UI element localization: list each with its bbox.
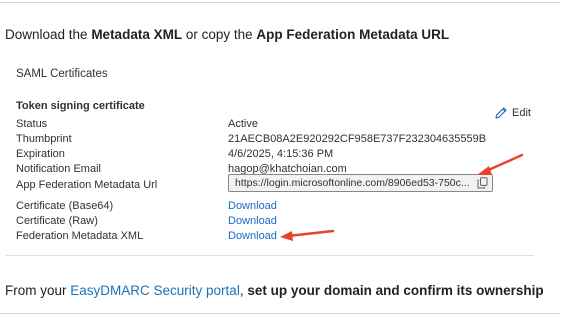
section-title: SAML Certificates — [16, 68, 108, 80]
app-federation-url-value: https://login.microsoftonline.com/8906ed… — [235, 177, 470, 189]
instruction-step-2: From your EasyDMARC Security portal, set… — [5, 283, 544, 298]
row-app-federation-metadata-url: App Federation Metadata Url https://logi… — [16, 174, 536, 193]
expiration-value: 4/6/2025, 4:15:36 PM — [228, 148, 334, 160]
top-divider — [0, 2, 560, 3]
row-status: Status Active — [16, 116, 536, 132]
certificate-raw-label: Certificate (Raw) — [16, 215, 98, 227]
panel-divider — [6, 255, 534, 256]
bottom-divider — [0, 313, 560, 314]
instruction-step-1: Download the Metadata XML or copy the Ap… — [5, 27, 450, 42]
expiration-label: Expiration — [16, 148, 65, 160]
certificate-base64-label: Certificate (Base64) — [16, 200, 114, 212]
app-federation-url-field[interactable]: https://login.microsoftonline.com/8906ed… — [228, 174, 493, 192]
row-federation-metadata-xml: Federation Metadata XML Download — [16, 228, 536, 244]
notification-email-label: Notification Email — [16, 163, 101, 175]
row-expiration: Expiration 4/6/2025, 4:15:36 PM — [16, 146, 536, 162]
certificate-base64-download-link[interactable]: Download — [228, 198, 277, 214]
thumbprint-label: Thumbprint — [16, 133, 72, 145]
thumbprint-value: 21AECB08A2E920292CF958E737F232304635559B — [228, 133, 487, 145]
app-federation-url-label: App Federation Metadata Url — [16, 179, 158, 191]
row-certificate-base64: Certificate (Base64) Download — [16, 198, 536, 214]
app-federation-url-emphasis: App Federation Metadata URL — [256, 27, 450, 42]
federation-metadata-xml-label: Federation Metadata XML — [16, 230, 144, 242]
copy-icon[interactable] — [473, 175, 491, 191]
token-signing-heading: Token signing certificate — [16, 100, 145, 112]
certificate-raw-download-link[interactable]: Download — [228, 213, 277, 229]
status-value: Active — [228, 118, 258, 130]
row-certificate-raw: Certificate (Raw) Download — [16, 213, 536, 229]
easydmarc-portal-link[interactable]: EasyDMARC Security portal — [70, 283, 240, 298]
saml-certificates-panel: SAML Certificates Token signing certific… — [6, 58, 536, 256]
status-label: Status — [16, 118, 48, 130]
federation-metadata-xml-download-link[interactable]: Download — [228, 228, 277, 244]
setup-domain-emphasis: set up your domain and confirm its owner… — [247, 283, 544, 298]
row-thumbprint: Thumbprint 21AECB08A2E920292CF958E737F23… — [16, 131, 536, 147]
metadata-xml-emphasis: Metadata XML — [91, 27, 183, 42]
